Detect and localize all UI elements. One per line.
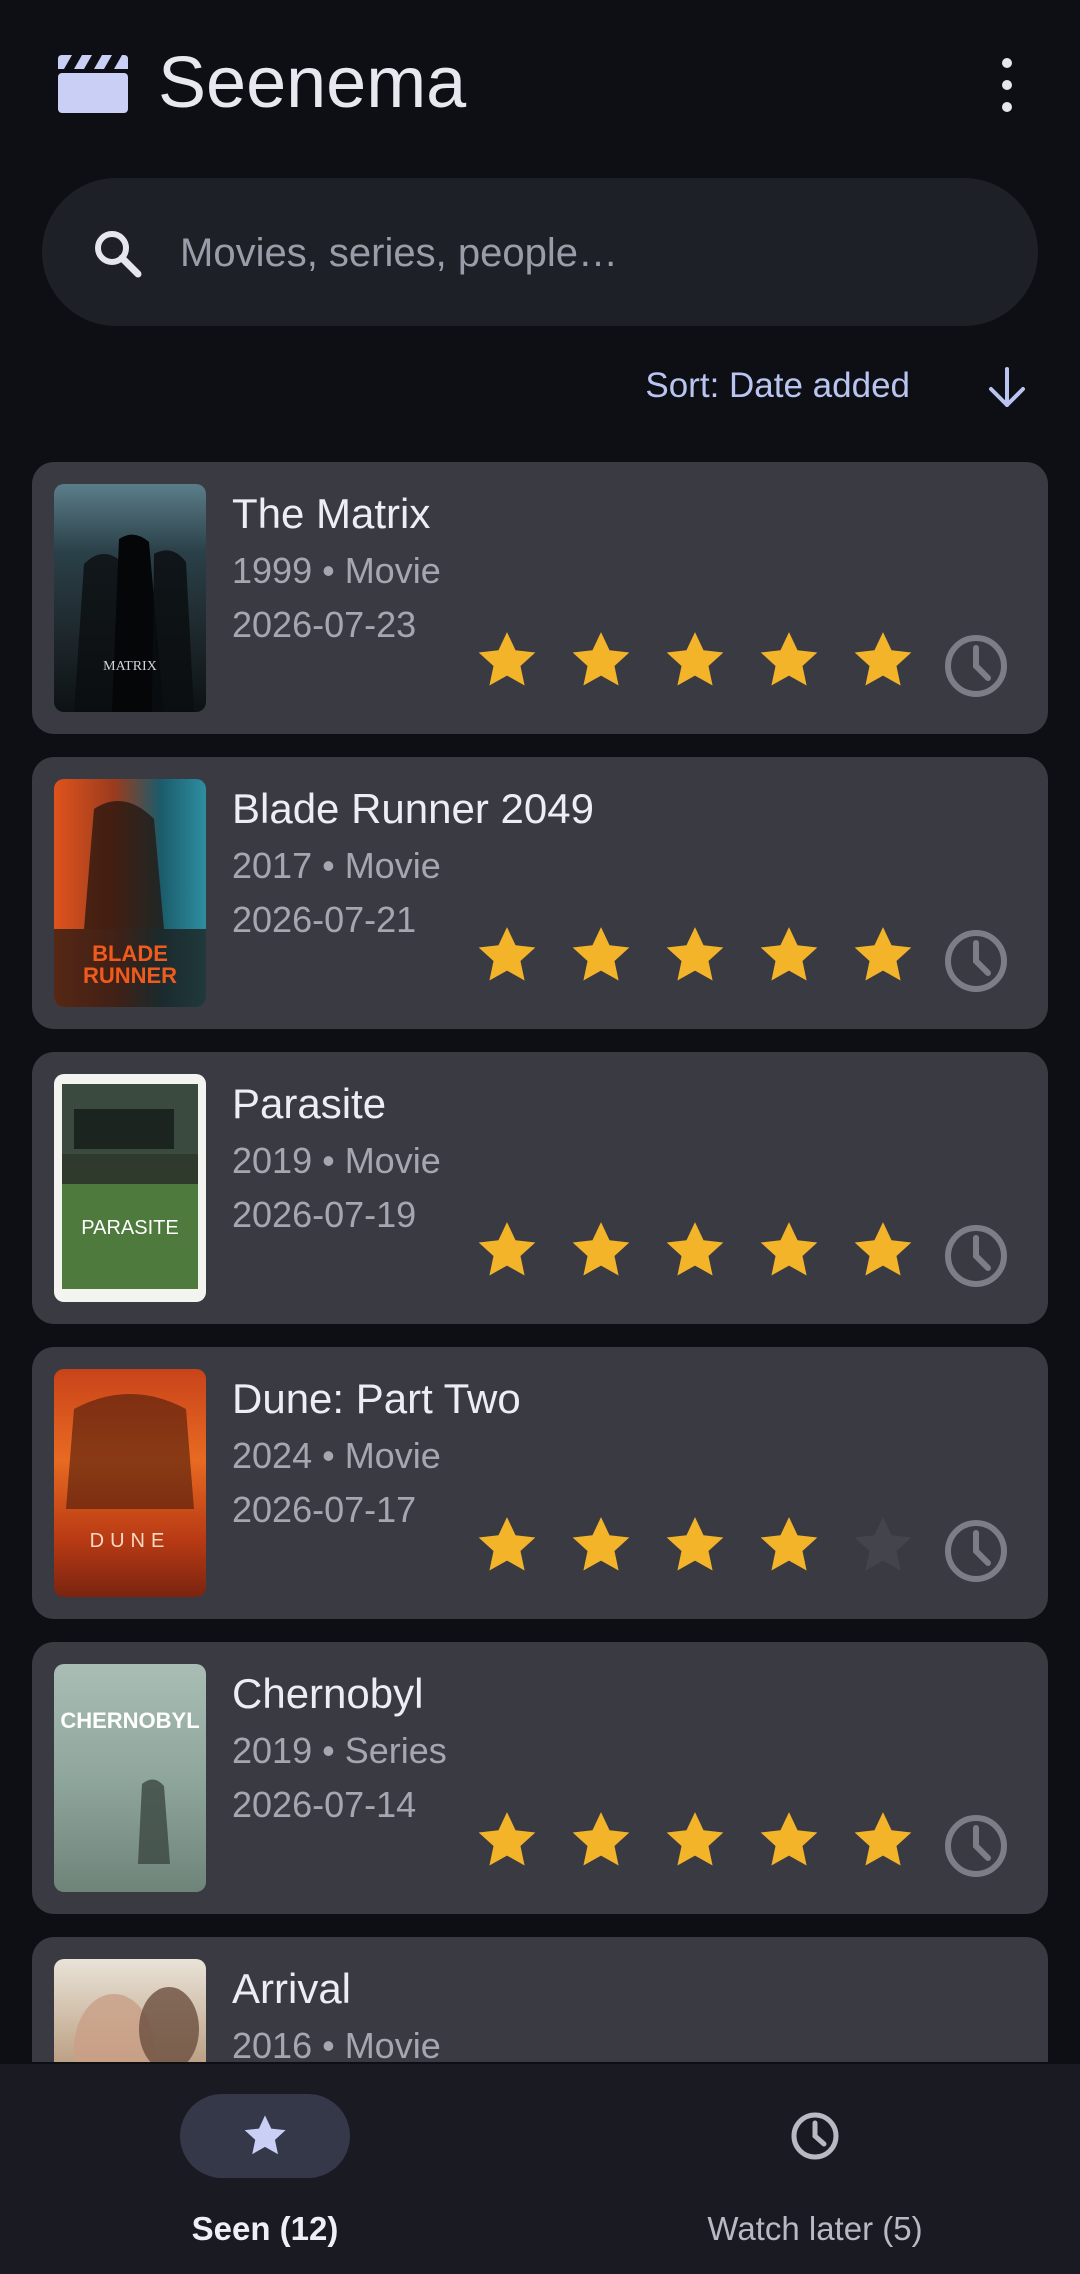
star-filled-icon[interactable] [566, 1218, 636, 1284]
item-meta: 2016 • Movie [232, 2025, 441, 2062]
search-icon [95, 231, 142, 278]
star-filled-icon[interactable] [848, 1808, 918, 1874]
star-icon [244, 2115, 286, 2155]
rating-stars[interactable] [472, 1218, 918, 1288]
poster-image [54, 1959, 206, 2062]
nav-watch-later-tab[interactable]: Watch later (5) [670, 2094, 960, 2247]
star-filled-icon[interactable] [472, 1513, 542, 1579]
search-input[interactable] [178, 215, 982, 291]
star-filled-icon[interactable] [754, 1218, 824, 1284]
star-filled-icon[interactable] [848, 1218, 918, 1284]
svg-text:DUNE: DUNE [90, 1530, 171, 1552]
rating-stars[interactable] [472, 1513, 918, 1583]
poster-image: DUNE [54, 1369, 206, 1597]
poster-image: PARASITE [54, 1074, 206, 1302]
poster-image: BLADE RUNNER [54, 779, 206, 1007]
nav-seen-tab[interactable]: Seen (12) [120, 2094, 410, 2247]
rating-stars[interactable] [472, 628, 918, 698]
watch-later-clock-icon[interactable] [942, 927, 1010, 995]
watch-later-clock-icon[interactable] [942, 1222, 1010, 1290]
svg-text:RUNNER: RUNNER [83, 963, 177, 988]
item-meta: 1999 • Movie [232, 550, 441, 591]
more-vert-icon[interactable] [990, 58, 1024, 112]
star-filled-icon[interactable] [566, 923, 636, 989]
item-title: Parasite [232, 1080, 387, 1127]
star-filled-icon[interactable] [754, 1513, 824, 1579]
poster-image: MATRIX [54, 484, 206, 712]
star-filled-icon[interactable] [660, 1218, 730, 1284]
rating-stars[interactable] [472, 1808, 918, 1878]
watch-later-clock-icon[interactable] [942, 632, 1010, 700]
rating-stars[interactable] [472, 923, 918, 993]
item-title: Dune: Part Two [232, 1375, 521, 1422]
item-date: 2026-07-21 [232, 899, 417, 940]
svg-text:MATRIX: MATRIX [103, 659, 157, 674]
watch-later-clock-icon[interactable] [942, 1812, 1010, 1880]
arrow-down-icon[interactable] [985, 365, 1029, 411]
item-meta: 2024 • Movie [232, 1435, 441, 1476]
star-filled-icon[interactable] [472, 1218, 542, 1284]
item-date: 2026-07-19 [232, 1194, 417, 1235]
sort-button[interactable]: Sort: Date added [645, 366, 910, 406]
top-app-bar: Seenema [0, 0, 1080, 170]
star-filled-icon[interactable] [472, 1808, 542, 1874]
star-filled-icon[interactable] [660, 1808, 730, 1874]
nav-watch-later-label: Watch later (5) [707, 2210, 923, 2247]
clock-icon [791, 2112, 839, 2160]
star-filled-icon[interactable] [848, 923, 918, 989]
svg-text:CHERNOBYL: CHERNOBYL [60, 1708, 199, 1733]
list-item[interactable]: Arrival 2016 • Movie [32, 1937, 1048, 2062]
list-item[interactable]: MATRIX The Matrix 1999 • Movie 2026-07-2… [32, 462, 1048, 734]
star-filled-icon[interactable] [848, 628, 918, 694]
item-meta: 2017 • Movie [232, 845, 441, 886]
bottom-navigation: Seen (12) Watch later (5) [0, 2064, 1080, 2274]
star-filled-icon[interactable] [754, 1808, 824, 1874]
item-meta: 2019 • Series [232, 1730, 447, 1771]
star-filled-icon[interactable] [754, 923, 824, 989]
item-date: 2026-07-17 [232, 1489, 417, 1530]
item-title: The Matrix [232, 490, 431, 537]
star-filled-icon[interactable] [754, 628, 824, 694]
clapperboard-icon [58, 55, 128, 113]
item-date: 2026-07-14 [232, 1784, 417, 1825]
item-title: Chernobyl [232, 1670, 424, 1717]
star-filled-icon[interactable] [660, 1513, 730, 1579]
star-filled-icon[interactable] [566, 1513, 636, 1579]
item-title: Blade Runner 2049 [232, 785, 594, 832]
star-empty-icon[interactable] [848, 1513, 918, 1579]
nav-seen-label: Seen (12) [191, 2210, 339, 2247]
star-filled-icon[interactable] [566, 1808, 636, 1874]
star-filled-icon[interactable] [660, 628, 730, 694]
item-meta: 2019 • Movie [232, 1140, 441, 1181]
item-title: Arrival [232, 1965, 352, 2012]
poster-image: CHERNOBYL [54, 1664, 206, 1892]
star-filled-icon[interactable] [472, 628, 542, 694]
watch-later-clock-icon[interactable] [942, 1517, 1010, 1585]
app-title: Seenema [158, 43, 467, 123]
list-item[interactable]: DUNE Dune: Part Two 2024 • Movie 2026-07… [32, 1347, 1048, 1619]
item-date: 2026-07-23 [232, 604, 417, 645]
star-filled-icon[interactable] [660, 923, 730, 989]
star-filled-icon[interactable] [566, 628, 636, 694]
list-item[interactable]: BLADE RUNNER Blade Runner 2049 2017 • Mo… [32, 757, 1048, 1029]
list-item[interactable]: CHERNOBYL Chernobyl 2019 • Series 2026-0… [32, 1642, 1048, 1914]
svg-text:PARASITE: PARASITE [81, 1217, 178, 1239]
movie-list[interactable]: MATRIX The Matrix 1999 • Movie 2026-07-2… [0, 462, 1080, 2062]
list-item[interactable]: PARASITE Parasite 2019 • Movie 2026-07-1… [32, 1052, 1048, 1324]
star-filled-icon[interactable] [472, 923, 542, 989]
